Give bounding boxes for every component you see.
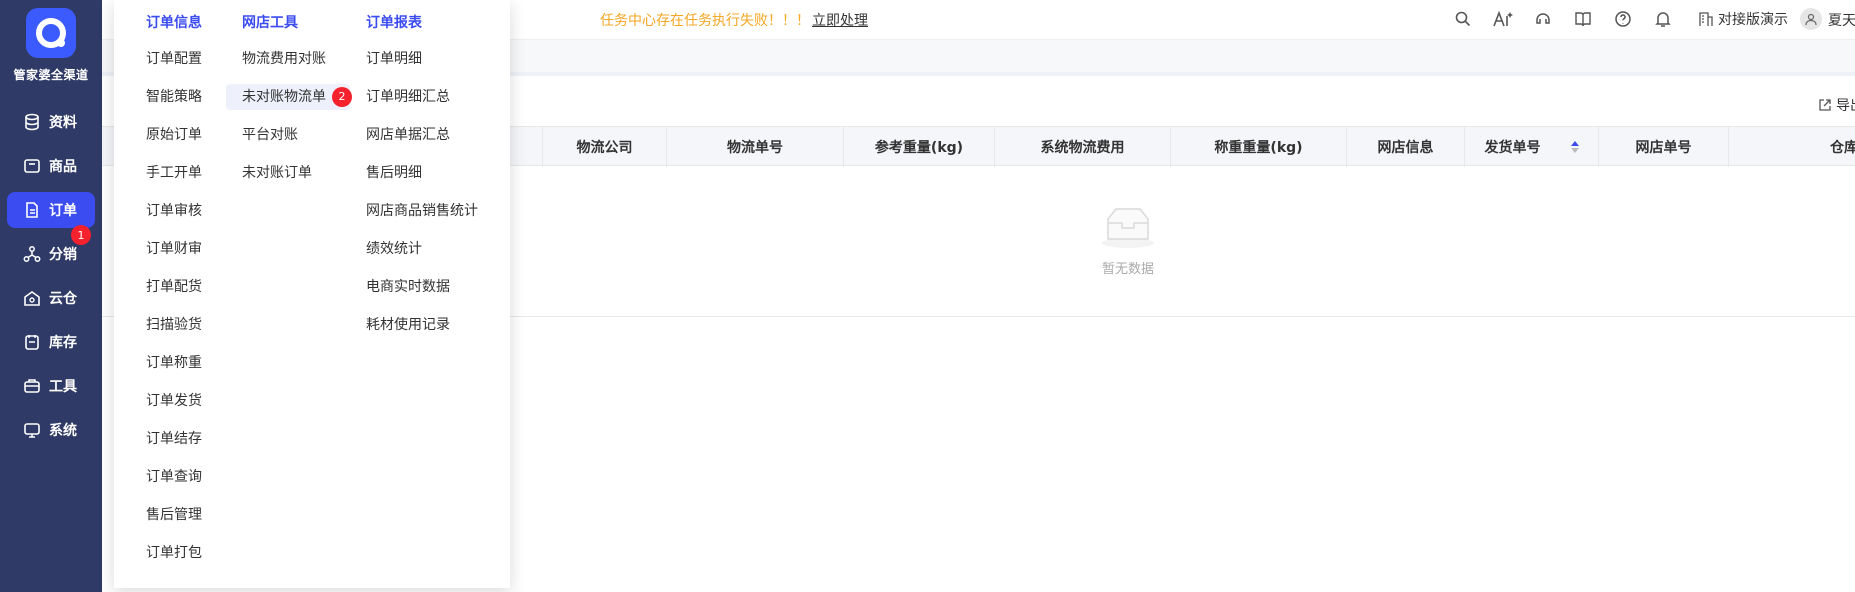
avatar[interactable] <box>1800 8 1822 30</box>
menu-item[interactable]: 智能策略 <box>138 84 210 110</box>
menu-item[interactable]: 订单财审 <box>138 236 210 262</box>
left-sidebar: 管家婆全渠道 资料 商品 订单 1 分销 云仓 库存 工具 系统 <box>0 0 102 592</box>
sidebar-item-goods[interactable]: 商品 <box>7 148 95 184</box>
database-icon <box>23 113 41 131</box>
menu-item[interactable]: 绩效统计 <box>358 236 430 262</box>
book-icon[interactable] <box>1574 10 1592 28</box>
sidebar-item-label: 资料 <box>49 115 77 131</box>
sidebar-item-inventory[interactable]: 库存 <box>7 324 95 360</box>
table-column-header[interactable]: 网店信息 <box>1346 127 1464 167</box>
menu-item[interactable]: 手工开单 <box>138 160 210 186</box>
export-label: 导出 <box>1836 98 1855 114</box>
ai-icon[interactable] <box>1492 10 1514 28</box>
environment-switch[interactable]: 对接版演示 <box>1698 9 1788 29</box>
brand-name: 管家婆全渠道 <box>13 68 89 82</box>
menu-item-unreconciled-logistics[interactable]: 未对账物流单 2 <box>226 84 352 110</box>
sidebar-item-order[interactable]: 订单 1 <box>7 192 95 245</box>
table-column-header[interactable]: 物流单号 <box>666 127 843 167</box>
menu-item[interactable]: 订单发货 <box>138 388 210 414</box>
notification-badge: 1 <box>71 225 91 245</box>
order-mega-menu: 订单信息 网店工具 订单报表 订单配置 智能策略 原始订单 手工开单 订单审核 … <box>114 0 510 588</box>
menu-item[interactable]: 售后明细 <box>358 160 430 186</box>
sidebar-item-data[interactable]: 资料 <box>7 104 95 140</box>
sort-icon[interactable] <box>1570 141 1579 153</box>
sidebar-item-label: 分销 <box>49 247 77 263</box>
menu-column-title-order-reports: 订单报表 <box>366 15 422 31</box>
username[interactable]: 夏天 <box>1828 10 1855 30</box>
menu-item[interactable]: 扫描验货 <box>138 312 210 338</box>
logo-icon <box>36 18 66 48</box>
menu-item-label: 未对账物流单 <box>242 89 326 105</box>
distribution-icon <box>23 245 41 263</box>
empty-state-text: 暂无数据 <box>1101 262 1154 277</box>
sidebar-item-system[interactable]: 系统 <box>7 412 95 448</box>
monitor-icon <box>23 421 41 439</box>
menu-item[interactable]: 订单结存 <box>138 426 210 452</box>
sidebar-nav: 资料 商品 订单 1 分销 云仓 库存 工具 系统 <box>0 104 102 456</box>
goods-icon <box>23 157 41 175</box>
building-icon <box>1699 12 1713 26</box>
table-column-header[interactable]: 物流公司 <box>542 127 666 167</box>
menu-item[interactable]: 订单打包 <box>138 540 210 566</box>
menu-column-title-shop-tools: 网店工具 <box>242 15 298 31</box>
table-column-header[interactable]: 网店单号 <box>1598 127 1728 167</box>
handle-now-link[interactable]: 立即处理 <box>812 10 868 30</box>
sidebar-item-label: 商品 <box>49 159 77 175</box>
cloud-warehouse-icon <box>23 289 41 307</box>
sidebar-item-label: 系统 <box>49 423 77 439</box>
menu-item[interactable]: 订单称重 <box>138 350 210 376</box>
menu-item[interactable]: 订单明细汇总 <box>358 84 458 110</box>
menu-item[interactable]: 订单查询 <box>138 464 210 490</box>
export-button[interactable]: 导出 <box>1818 95 1855 115</box>
menu-item[interactable]: 电商实时数据 <box>358 274 458 300</box>
menu-item[interactable]: 打单配货 <box>138 274 210 300</box>
search-icon[interactable] <box>1454 10 1472 28</box>
menu-column-title-order-info: 订单信息 <box>146 15 202 31</box>
table-column-header[interactable]: 仓库 <box>1728 127 1855 167</box>
sidebar-item-label: 库存 <box>49 335 77 351</box>
help-icon[interactable] <box>1614 10 1632 28</box>
environment-label: 对接版演示 <box>1718 12 1788 28</box>
menu-item[interactable]: 未对账订单 <box>234 160 320 186</box>
table-column-header[interactable]: 称重重量(kg) <box>1170 127 1346 167</box>
menu-item[interactable]: 售后管理 <box>138 502 210 528</box>
menu-item[interactable]: 订单配置 <box>138 46 210 72</box>
table-column-header[interactable]: 参考重量(kg) <box>843 127 994 167</box>
menu-item[interactable]: 网店单据汇总 <box>358 122 458 148</box>
sidebar-item-label: 云仓 <box>49 291 77 307</box>
toolbox-icon <box>23 377 41 395</box>
notification-badge: 2 <box>332 87 352 107</box>
app-logo[interactable] <box>26 8 76 58</box>
sortable-column-header[interactable]: 发货单号 <box>1464 127 1598 167</box>
sidebar-item-tools[interactable]: 工具 <box>7 368 95 404</box>
headset-icon[interactable] <box>1534 10 1552 28</box>
user-icon <box>1805 13 1817 26</box>
bell-icon[interactable] <box>1654 10 1672 28</box>
menu-item[interactable]: 物流费用对账 <box>234 46 334 72</box>
empty-inbox-icon <box>1102 208 1154 248</box>
table-column-header-label: 发货单号 <box>1484 140 1541 156</box>
menu-item[interactable]: 平台对账 <box>234 122 306 148</box>
sidebar-item-label: 订单 <box>49 203 77 219</box>
menu-item[interactable]: 耗材使用记录 <box>358 312 458 338</box>
inventory-icon <box>23 333 41 351</box>
menu-item[interactable]: 订单明细 <box>358 46 430 72</box>
sidebar-item-label: 工具 <box>49 379 77 395</box>
export-icon <box>1819 99 1831 111</box>
sidebar-item-cloud-warehouse[interactable]: 云仓 <box>7 280 95 316</box>
menu-item[interactable]: 网店商品销售统计 <box>358 198 486 224</box>
task-alert: 任务中心存在任务执行失败！！！ <box>600 13 810 29</box>
order-icon <box>23 201 41 219</box>
menu-item[interactable]: 订单审核 <box>138 198 210 224</box>
table-column-header[interactable]: 系统物流费用 <box>994 127 1170 167</box>
menu-item[interactable]: 原始订单 <box>138 122 210 148</box>
